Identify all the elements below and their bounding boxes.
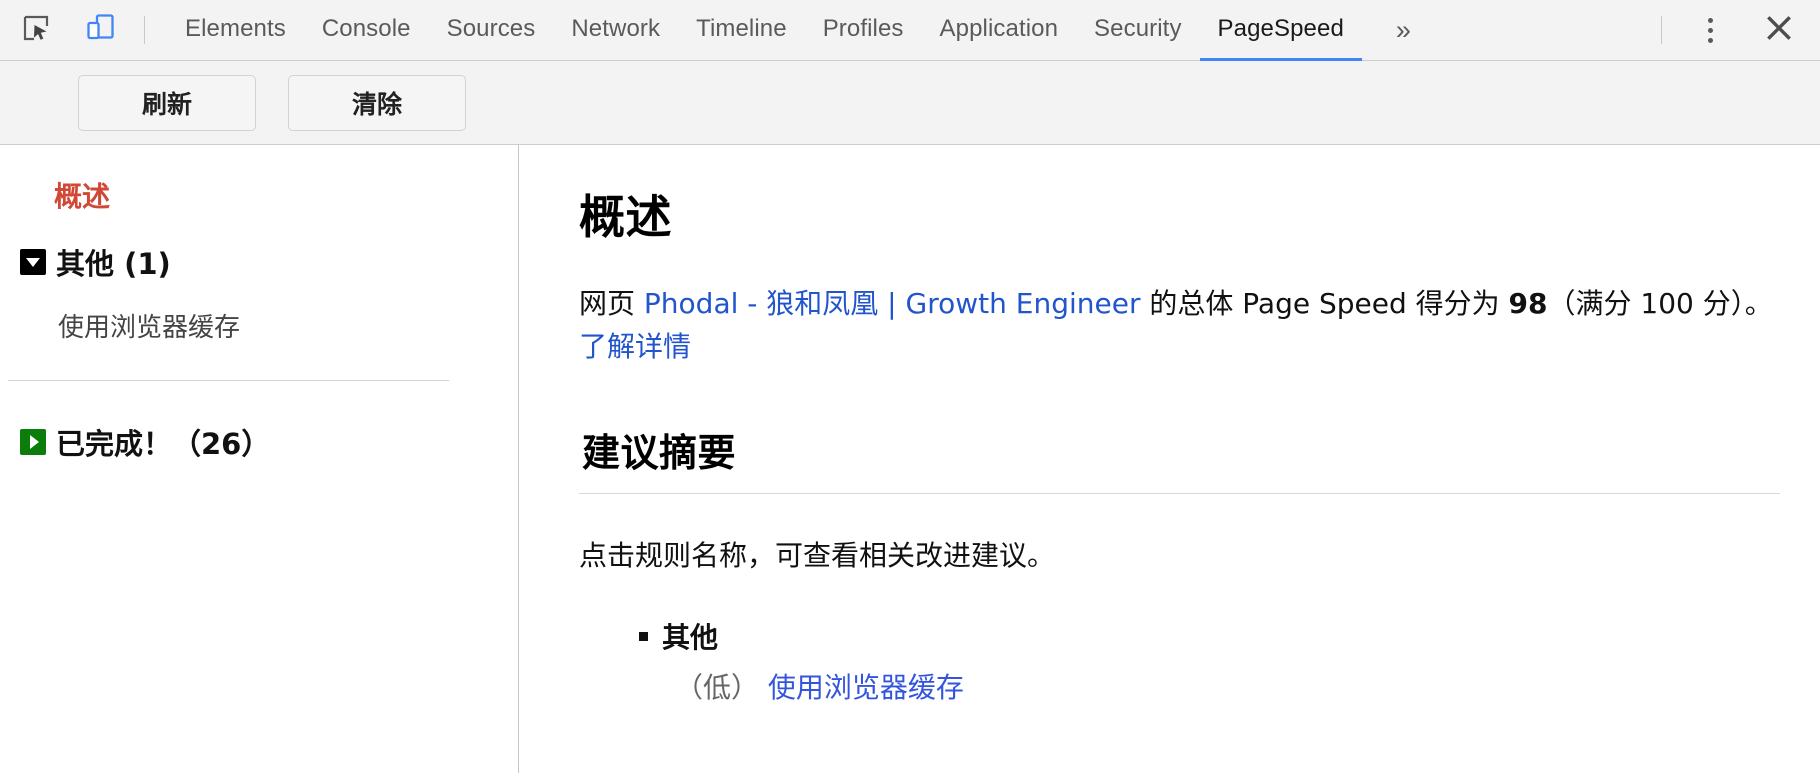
- triangle-right-icon[interactable]: [20, 429, 46, 455]
- kebab-dot-3: [1707, 37, 1713, 43]
- overview-prefix: 网页: [579, 287, 644, 320]
- refresh-button[interactable]: 刷新: [78, 74, 256, 131]
- sidebar-separator: [8, 380, 449, 381]
- toolbar-divider-right: [1661, 16, 1662, 44]
- pagespeed-score: 98: [1508, 287, 1548, 320]
- pagespeed-results: 概述 网页 Phodal - 狼和凤凰 | Growth Engineer 的总…: [519, 145, 1820, 773]
- toolbar-divider-left: [144, 16, 145, 44]
- pagespeed-panel: 概述 其他 (1) 使用浏览器缓存 已完成！（26） 概述 网页 Phodal …: [0, 145, 1820, 773]
- tab-application[interactable]: Application: [922, 0, 1077, 61]
- rule-list: 其他 （低） 使用浏览器缓存: [579, 616, 1780, 706]
- sidebar-vertical-divider[interactable]: [518, 145, 519, 773]
- tab-timeline[interactable]: Timeline: [678, 0, 805, 61]
- sidebar-group-other-label: 其他 (1): [56, 247, 171, 281]
- rule-category: 其他: [639, 616, 1780, 656]
- triangle-right-glyph: [29, 435, 39, 449]
- rule-impact-badge: （低）: [675, 671, 760, 705]
- overview-paragraph: 网页 Phodal - 狼和凤凰 | Growth Engineer 的总体 P…: [579, 283, 1780, 368]
- sidebar-group-done[interactable]: 已完成！（26）: [0, 407, 519, 477]
- close-devtools-button[interactable]: [1754, 5, 1804, 55]
- tab-sources[interactable]: Sources: [429, 0, 554, 61]
- inspect-element-icon: [21, 13, 51, 48]
- close-icon: [1764, 13, 1794, 48]
- pagespeed-sidebar: 概述 其他 (1) 使用浏览器缓存 已完成！（26）: [0, 145, 519, 773]
- summary-hint: 点击规则名称，可查看相关改进建议。: [579, 539, 1056, 573]
- rule-category-label: 其他: [662, 621, 719, 655]
- learn-more-link[interactable]: 了解详情: [579, 330, 691, 363]
- kebab-dot-1: [1707, 17, 1713, 23]
- square-bullet-icon: [639, 631, 648, 641]
- analyzed-page-link[interactable]: Phodal - 狼和凤凰 | Growth Engineer: [644, 287, 1141, 320]
- summary-heading: 建议摘要: [582, 431, 737, 476]
- rule-entry: （低） 使用浏览器缓存: [675, 666, 1780, 706]
- pagespeed-action-bar: 刷新 清除: [0, 61, 1820, 145]
- sidebar-item-leverage-browser-caching[interactable]: 使用浏览器缓存: [0, 297, 519, 354]
- tab-overflow-button[interactable]: »: [1376, 16, 1431, 44]
- tab-pagespeed[interactable]: PageSpeed: [1199, 0, 1362, 61]
- kebab-dot-2: [1707, 27, 1713, 33]
- devtools-tab-strip: Elements Console Sources Network Timelin…: [167, 0, 1362, 61]
- tab-network[interactable]: Network: [553, 0, 678, 61]
- summary-heading-rule: [579, 493, 1780, 495]
- triangle-down-glyph: [26, 257, 40, 267]
- sidebar-group-other[interactable]: 其他 (1): [0, 227, 519, 297]
- device-toolbar-button[interactable]: [78, 8, 122, 52]
- devtools-toolbar: Elements Console Sources Network Timelin…: [0, 0, 1820, 61]
- list-item: 其他 （低） 使用浏览器缓存: [639, 616, 1780, 706]
- tab-security[interactable]: Security: [1076, 0, 1200, 61]
- page-title: 概述: [579, 190, 672, 244]
- sidebar-group-done-label: 已完成！（26）: [56, 427, 271, 461]
- overview-middle: 的总体 Page Speed 得分为: [1140, 287, 1509, 320]
- inspect-element-button[interactable]: [14, 8, 58, 52]
- tab-elements[interactable]: Elements: [167, 0, 304, 61]
- clear-button[interactable]: 清除: [288, 74, 466, 131]
- overview-suffix: （满分 100 分）。: [1547, 287, 1773, 320]
- kebab-menu-icon[interactable]: [1688, 8, 1732, 52]
- rule-link-leverage-browser-caching[interactable]: 使用浏览器缓存: [768, 671, 964, 704]
- tab-profiles[interactable]: Profiles: [805, 0, 922, 61]
- triangle-down-icon[interactable]: [20, 249, 46, 275]
- tab-console[interactable]: Console: [304, 0, 429, 61]
- sidebar-item-overview[interactable]: 概述: [0, 163, 519, 227]
- device-toolbar-icon: [84, 12, 116, 49]
